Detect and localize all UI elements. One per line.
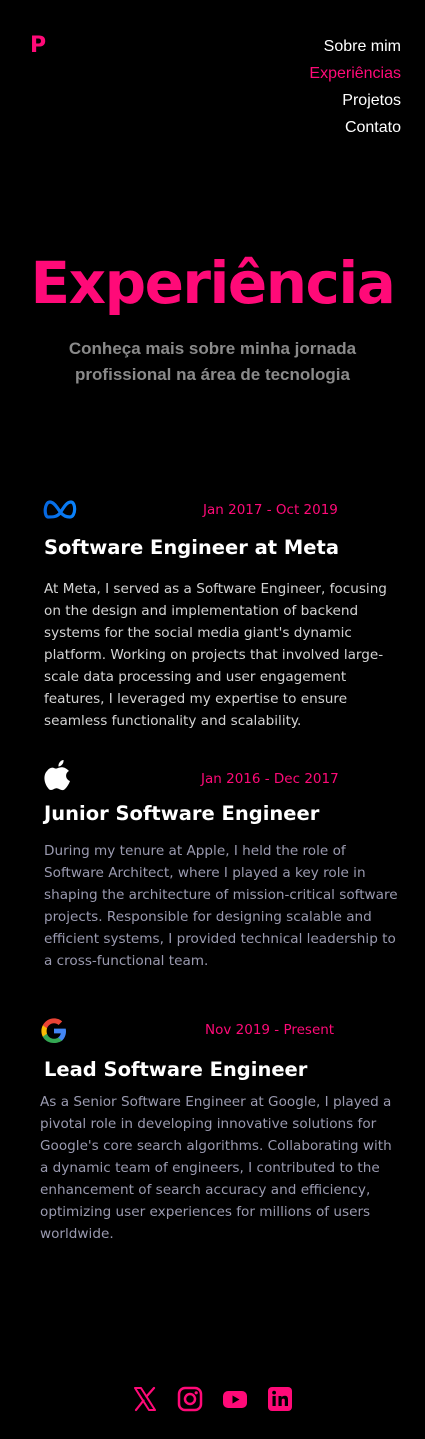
- instagram-icon[interactable]: [177, 1386, 203, 1412]
- linkedin-icon[interactable]: [267, 1386, 293, 1412]
- experience-title: Lead Software Engineer: [44, 1058, 308, 1081]
- social-links: [0, 1386, 425, 1412]
- meta-logo-icon: [43, 499, 78, 524]
- google-logo-icon: [39, 1016, 69, 1050]
- nav-item-experiencias[interactable]: Experiências: [309, 60, 401, 87]
- experience-date: Jan 2017 - Oct 2019: [203, 502, 338, 518]
- experience-description: As a Senior Software Engineer at Google,…: [40, 1094, 392, 1242]
- experience-date: Nov 2019 - Present: [205, 1022, 335, 1038]
- experience-title: Junior Software Engineer: [44, 802, 320, 825]
- nav-item-contato[interactable]: Contato: [309, 114, 401, 141]
- experience-title: Software Engineer at Meta: [44, 536, 340, 559]
- page-subtitle: Conheça mais sobre minha jornada profiss…: [68, 339, 357, 384]
- page-title: Experiência: [30, 249, 396, 317]
- nav-item-projetos[interactable]: Projetos: [309, 87, 401, 114]
- x-icon[interactable]: [132, 1386, 158, 1412]
- experience-date: Jan 2016 - Dec 2017: [201, 771, 339, 787]
- experience-description: During my tenure at Apple, I held the ro…: [44, 843, 398, 969]
- apple-logo-icon: [43, 759, 73, 795]
- experience-description: At Meta, I served as a Software Engineer…: [44, 581, 387, 729]
- youtube-icon[interactable]: [222, 1386, 248, 1412]
- site-logo[interactable]: P: [30, 33, 46, 59]
- nav-item-sobre-mim[interactable]: Sobre mim: [309, 33, 401, 60]
- main-nav: Sobre mim Experiências Projetos Contato: [309, 33, 401, 141]
